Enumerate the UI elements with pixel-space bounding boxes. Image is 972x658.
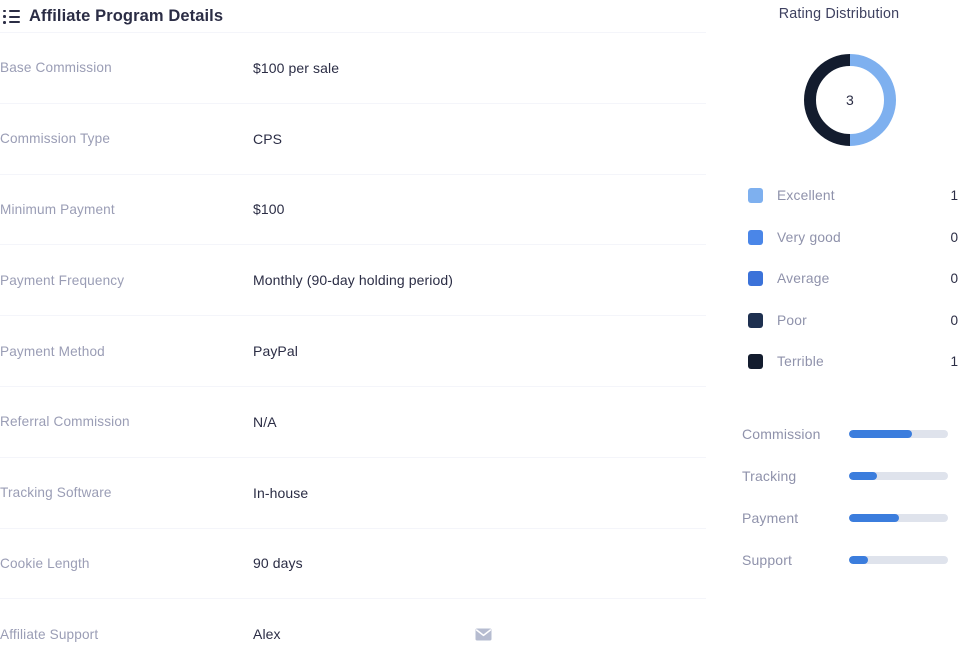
legend-count: 0	[942, 230, 958, 245]
row-label: Tracking Software	[0, 485, 253, 500]
row-label: Commission Type	[0, 131, 253, 146]
metric-progress-fill	[849, 430, 912, 438]
table-row: Tracking Software In-house	[0, 457, 706, 528]
row-value: 90 days	[253, 555, 706, 571]
row-value: In-house	[253, 485, 706, 501]
legend-color-swatch	[748, 271, 763, 286]
row-label: Base Commission	[0, 60, 253, 75]
affiliate-details-panel: Affiliate Program Details Base Commissio…	[0, 0, 706, 658]
table-row: Commission Type CPS	[0, 103, 706, 174]
metric-label: Tracking	[742, 468, 849, 484]
metric-bars: Commission Tracking Payment Support	[742, 413, 960, 581]
metric-progress-fill	[849, 514, 899, 522]
legend-item-average[interactable]: Average 0	[748, 258, 958, 300]
legend-count: 1	[942, 354, 958, 369]
legend-color-swatch	[748, 354, 763, 369]
metric-progress-track	[849, 514, 948, 522]
legend-color-swatch	[748, 230, 763, 245]
legend-color-swatch	[748, 188, 763, 203]
metric-progress-track	[849, 430, 948, 438]
legend-label: Poor	[777, 313, 942, 328]
row-value-text: CPS	[253, 131, 282, 147]
legend-count: 0	[942, 313, 958, 328]
legend-count: 1	[942, 188, 958, 203]
legend-count: 0	[942, 271, 958, 286]
legend-label: Terrible	[777, 354, 942, 369]
row-value-text: N/A	[253, 414, 277, 430]
row-value: PayPal	[253, 343, 706, 359]
affiliate-program-screen: Affiliate Program Details Base Commissio…	[0, 0, 972, 658]
table-row: Cookie Length 90 days	[0, 528, 706, 599]
page-title: Affiliate Program Details	[29, 7, 223, 26]
legend-label: Average	[777, 271, 942, 286]
row-value-text: 90 days	[253, 555, 303, 571]
legend-color-swatch	[748, 313, 763, 328]
list-icon	[3, 10, 20, 24]
row-label: Cookie Length	[0, 556, 253, 571]
legend-label: Excellent	[777, 188, 942, 203]
row-value: $100	[253, 201, 706, 217]
row-value: Alex	[253, 626, 706, 642]
metric-label: Commission	[742, 426, 849, 442]
table-row: Payment Method PayPal	[0, 315, 706, 386]
row-value-text: $100 per sale	[253, 60, 339, 76]
row-value: Monthly (90-day holding period)	[253, 272, 706, 288]
metric-label: Support	[742, 552, 849, 568]
metric-progress-track	[849, 556, 948, 564]
table-row: Minimum Payment $100	[0, 174, 706, 245]
row-value-text: Monthly (90-day holding period)	[253, 272, 453, 288]
row-value: $100 per sale	[253, 60, 706, 76]
table-row: Base Commission $100 per sale	[0, 32, 706, 103]
metric-row-commission: Commission	[742, 413, 960, 455]
legend-item-excellent[interactable]: Excellent 1	[748, 175, 958, 217]
donut-center-value: 3	[804, 54, 896, 146]
metric-progress-fill	[849, 472, 877, 480]
row-value-text: Alex	[253, 626, 281, 642]
rating-donut-chart: 3	[804, 54, 896, 146]
details-table: Base Commission $100 per sale Commission…	[0, 32, 706, 658]
row-label: Payment Method	[0, 344, 253, 359]
row-label: Payment Frequency	[0, 273, 253, 288]
metric-progress-track	[849, 472, 948, 480]
table-row: Affiliate Support Alex	[0, 598, 706, 658]
row-value-text: PayPal	[253, 343, 298, 359]
legend-item-poor[interactable]: Poor 0	[748, 300, 958, 342]
row-value-text: $100	[253, 201, 285, 217]
rating-legend: Excellent 1 Very good 0 Average 0 Poor 0	[748, 175, 958, 383]
metric-row-payment: Payment	[742, 497, 960, 539]
row-label: Minimum Payment	[0, 202, 253, 217]
envelope-icon[interactable]	[475, 628, 492, 641]
legend-item-terrible[interactable]: Terrible 1	[748, 341, 958, 383]
metric-progress-fill	[849, 556, 868, 564]
legend-item-very-good[interactable]: Very good 0	[748, 217, 958, 259]
row-label: Affiliate Support	[0, 627, 253, 642]
row-label: Referral Commission	[0, 414, 253, 429]
metric-row-support: Support	[742, 539, 960, 581]
rating-distribution-panel: Rating Distribution 3 Excellent 1 Very g…	[706, 0, 972, 658]
metric-label: Payment	[742, 510, 849, 526]
legend-label: Very good	[777, 230, 942, 245]
row-value: CPS	[253, 131, 706, 147]
rating-distribution-title: Rating Distribution	[706, 6, 972, 22]
metric-row-tracking: Tracking	[742, 455, 960, 497]
table-row: Payment Frequency Monthly (90-day holdin…	[0, 244, 706, 315]
row-value-text: In-house	[253, 485, 308, 501]
panel-header: Affiliate Program Details	[0, 0, 706, 32]
row-value: N/A	[253, 414, 706, 430]
table-row: Referral Commission N/A	[0, 386, 706, 457]
